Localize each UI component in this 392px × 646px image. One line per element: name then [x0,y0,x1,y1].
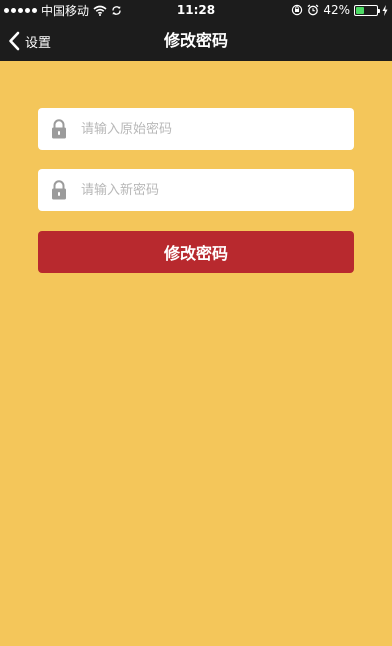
status-right: 42% [291,0,388,20]
battery-percent: 42% [323,3,350,17]
battery-icon [354,4,380,16]
rotation-lock-icon [291,4,303,16]
change-password-button[interactable]: 修改密码 [38,231,354,273]
page-title: 修改密码 [163,31,228,50]
screen: 中国移动 11:28 42% 设置 修改密码 修改密码 [0,0,392,646]
old-password-input[interactable] [81,108,354,150]
new-password-input[interactable] [81,169,354,211]
new-password-field[interactable] [38,169,354,211]
old-password-field[interactable] [38,108,354,150]
back-label: 设置 [25,36,52,51]
nav-bar: 设置 修改密码 [0,20,392,61]
chevron-left-icon [8,31,20,51]
alarm-icon [307,4,319,16]
battery-cap [378,8,380,13]
lock-icon [51,180,67,200]
back-button[interactable]: 设置 [8,20,51,61]
battery-fill [356,6,365,14]
lock-icon [51,119,67,139]
status-bar: 中国移动 11:28 42% [0,0,392,20]
charging-icon [382,4,388,16]
